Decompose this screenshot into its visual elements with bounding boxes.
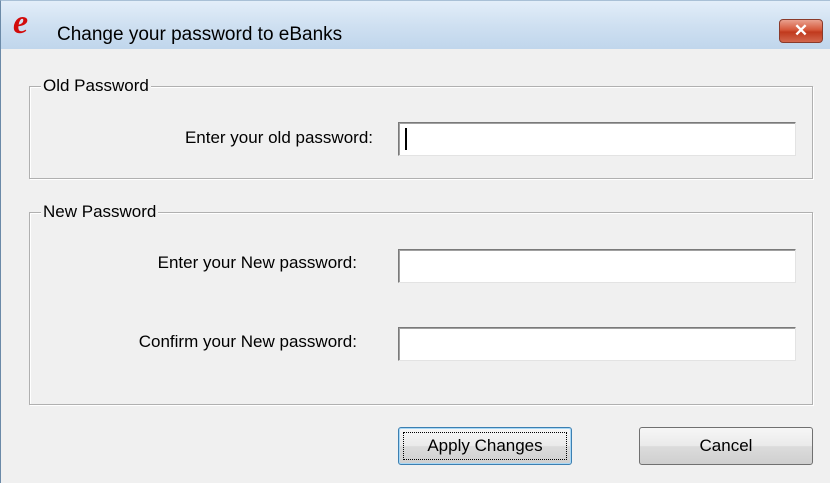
window-title: Change your password to eBanks [57,24,343,45]
new-password-label: Enter your New password: [157,253,357,272]
title-bar[interactable]: e Change your password to eBanks ✕ [1,1,830,49]
change-password-dialog: e Change your password to eBanks ✕ Old P… [0,0,830,483]
old-password-label: Enter your old password: [184,128,373,147]
cancel-button[interactable]: Cancel [639,427,813,465]
ebanks-logo-icon: e [13,4,29,41]
close-icon: ✕ [793,21,809,40]
new-password-group: New Password [29,202,813,405]
cancel-label: Cancel [699,436,753,455]
new-password-group-label: New Password [41,202,159,222]
new-password-input[interactable] [398,249,796,283]
close-button[interactable]: ✕ [779,19,823,43]
focus-rectangle [403,432,567,460]
apply-changes-button[interactable]: Apply Changes [398,427,572,465]
confirm-password-label: Confirm your New password: [138,332,357,351]
text-caret [405,128,407,150]
old-password-input[interactable] [398,122,796,156]
confirm-password-input[interactable] [398,327,796,361]
old-password-group-label: Old Password [41,76,151,96]
